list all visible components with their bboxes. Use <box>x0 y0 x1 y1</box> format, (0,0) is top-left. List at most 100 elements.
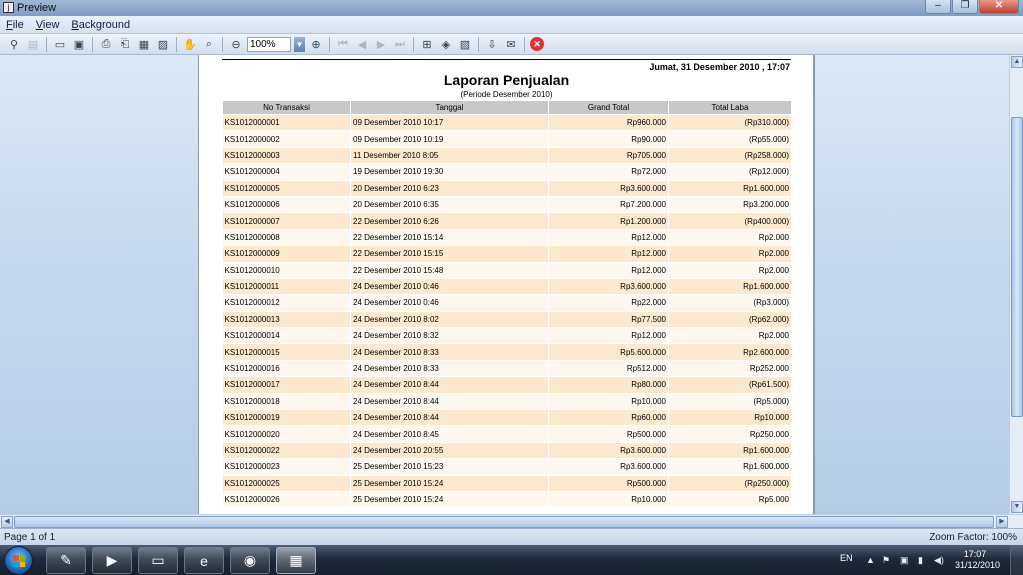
page-setup-icon[interactable]: ▦ <box>136 36 152 52</box>
close-preview-icon[interactable]: ✕ <box>530 37 544 51</box>
table-row: KS1012000012 24 Desember 2010 0:46 Rp22.00… <box>222 294 792 312</box>
date-cell: 20 Desember 2010 6:23 <box>350 180 549 197</box>
zoom-out-icon[interactable]: ⊖ <box>228 36 244 52</box>
clock[interactable]: 17:07 31/12/2010 <box>955 549 1001 571</box>
grand-total-cell: Rp60.000 <box>548 409 669 427</box>
table-row: KS1012000008 22 Desember 2010 15:14 Rp12.0… <box>222 229 792 247</box>
column-header: Tanggal <box>350 100 549 115</box>
signal-icon[interactable]: ▮ <box>918 555 923 566</box>
paint-icon[interactable]: ✎ <box>46 547 86 574</box>
network-icon[interactable]: ▣ <box>900 555 909 566</box>
office-icon[interactable]: ▦ <box>276 547 316 574</box>
clock-date: 31/12/2010 <box>955 560 1001 570</box>
table-row: KS1012000005 20 Desember 2010 6:23 Rp3.600… <box>222 180 792 197</box>
scroll-up-icon[interactable]: ▲ <box>1011 56 1023 68</box>
transaction-number-cell: KS1012000012 <box>222 294 351 312</box>
multiple-pages-icon[interactable]: ⊞ <box>419 36 435 52</box>
date-cell: 24 Desember 2010 8:33 <box>350 360 549 378</box>
open-icon[interactable]: ▭ <box>52 36 68 52</box>
scroll-right-icon[interactable]: ▶ <box>996 516 1008 528</box>
magnifier-icon[interactable]: ⌕ <box>201 36 217 52</box>
action-center-icon[interactable]: ⚑ <box>882 555 890 566</box>
explorer-folder-icon[interactable]: ▭ <box>138 547 178 574</box>
date-cell: 24 Desember 2010 0:46 <box>350 294 549 312</box>
zoom-input[interactable]: 100% <box>247 36 291 52</box>
grand-total-cell: Rp12.000 <box>548 245 669 263</box>
color-icon[interactable]: ◈ <box>438 36 454 52</box>
menu-file[interactable]: File <box>6 19 24 31</box>
grand-total-cell: Rp3.600.000 <box>548 180 669 197</box>
grand-total-cell: Rp72.000 <box>548 163 669 181</box>
scroll-down-icon[interactable]: ▼ <box>1011 501 1023 513</box>
table-of-contents-icon[interactable]: ▤ <box>25 36 41 52</box>
scale-icon[interactable]: ▨ <box>155 36 171 52</box>
profit-cell: Rp2.000 <box>668 229 792 247</box>
transaction-number-cell: KS1012000018 <box>222 393 351 411</box>
windows-logo-icon <box>13 555 25 567</box>
export-icon[interactable]: ⇩ <box>484 36 500 52</box>
profit-cell: Rp2.000 <box>668 245 792 263</box>
find-icon[interactable]: ⚲ <box>6 36 22 52</box>
show-hidden-icons-icon[interactable]: ▲ <box>866 555 875 565</box>
quick-print-icon[interactable]: ⎗ <box>117 36 133 52</box>
grand-total-cell: Rp3.600.000 <box>548 442 669 460</box>
volume-icon[interactable]: ◀) <box>934 555 944 566</box>
zoom-dropdown-icon[interactable]: ▼ <box>294 36 305 52</box>
watermark-icon[interactable]: ▧ <box>457 36 473 52</box>
save-icon[interactable]: ▣ <box>71 36 87 52</box>
grand-total-cell: Rp7.200.000 <box>548 196 669 214</box>
table-row: KS1012000020 24 Desember 2010 8:45 Rp500.0… <box>222 425 792 443</box>
show-desktop-button[interactable] <box>1010 545 1023 575</box>
profit-cell: (Rp3.000) <box>668 294 792 312</box>
profit-cell: Rp2.000 <box>668 327 792 345</box>
maximize-button[interactable]: ❐ <box>952 0 978 14</box>
hand-tool-icon[interactable]: ✋ <box>182 36 198 52</box>
grand-total-cell: Rp705.000 <box>548 147 669 165</box>
transaction-number-cell: KS1012000006 <box>222 196 351 214</box>
grand-total-cell: Rp500.000 <box>548 475 669 492</box>
grand-total-cell: Rp10.000 <box>548 491 669 509</box>
profit-cell: (Rp61.500) <box>668 376 792 394</box>
toolbar-separator <box>92 36 93 52</box>
profit-cell: Rp1.600.000 <box>668 458 792 476</box>
table-row: KS1012000015 24 Desember 2010 8:33 Rp5.600… <box>222 343 792 361</box>
first-page-icon[interactable]: ⏮ <box>335 36 351 52</box>
horizontal-scrollbar[interactable]: ◀ ▶ <box>0 514 1023 528</box>
language-indicator[interactable]: EN <box>840 553 853 563</box>
internet-explorer-icon[interactable]: e <box>184 547 224 574</box>
close-button[interactable]: ✕ <box>979 0 1019 14</box>
date-cell: 24 Desember 2010 8:44 <box>350 393 549 411</box>
menu-view[interactable]: View <box>36 19 60 31</box>
profit-cell: (Rp5.000) <box>668 393 792 411</box>
profit-cell: (Rp62.000) <box>668 311 792 329</box>
vertical-scrollbar[interactable]: ▲ ▼ <box>1009 55 1023 514</box>
transaction-number-cell: KS1012000015 <box>222 343 351 361</box>
vertical-scroll-thumb[interactable] <box>1011 117 1023 417</box>
date-cell: 24 Desember 2010 8:44 <box>350 409 549 427</box>
app-icon[interactable]: ◉ <box>230 547 270 574</box>
profit-cell: Rp3.200.000 <box>668 196 792 214</box>
horizontal-scroll-thumb[interactable] <box>14 516 994 528</box>
next-page-icon[interactable]: ▶ <box>373 36 389 52</box>
transaction-number-cell: KS1012000026 <box>222 491 351 509</box>
date-cell: 22 Desember 2010 15:15 <box>350 245 549 263</box>
email-icon[interactable]: ✉ <box>503 36 519 52</box>
table-row: KS1012000025 25 Desember 2010 15:24 Rp500.… <box>222 475 792 492</box>
last-page-icon[interactable]: ⏭ <box>392 36 408 52</box>
transaction-number-cell: KS1012000007 <box>222 212 351 230</box>
start-button[interactable] <box>4 546 33 575</box>
date-cell: 24 Desember 2010 0:46 <box>350 278 549 296</box>
transaction-number-cell: KS1012000016 <box>222 360 351 378</box>
minimize-button[interactable]: – <box>925 0 951 14</box>
table-row: KS1012000018 24 Desember 2010 8:44 Rp10.00… <box>222 393 792 411</box>
media-player-icon[interactable]: ▶ <box>92 547 132 574</box>
print-icon[interactable]: ⎙ <box>98 36 114 52</box>
grand-total-cell: Rp12.000 <box>548 327 669 345</box>
table-row: KS1012000001 09 Desember 2010 10:17 Rp960.… <box>222 114 792 132</box>
zoom-in-icon[interactable]: ⊕ <box>308 36 324 52</box>
date-cell: 19 Desember 2010 19:30 <box>350 163 549 181</box>
scroll-left-icon[interactable]: ◀ <box>1 516 13 528</box>
table-row: KS1012000017 24 Desember 2010 8:44 Rp80.00… <box>222 376 792 394</box>
previous-page-icon[interactable]: ◀ <box>354 36 370 52</box>
menu-background[interactable]: Background <box>71 19 130 31</box>
